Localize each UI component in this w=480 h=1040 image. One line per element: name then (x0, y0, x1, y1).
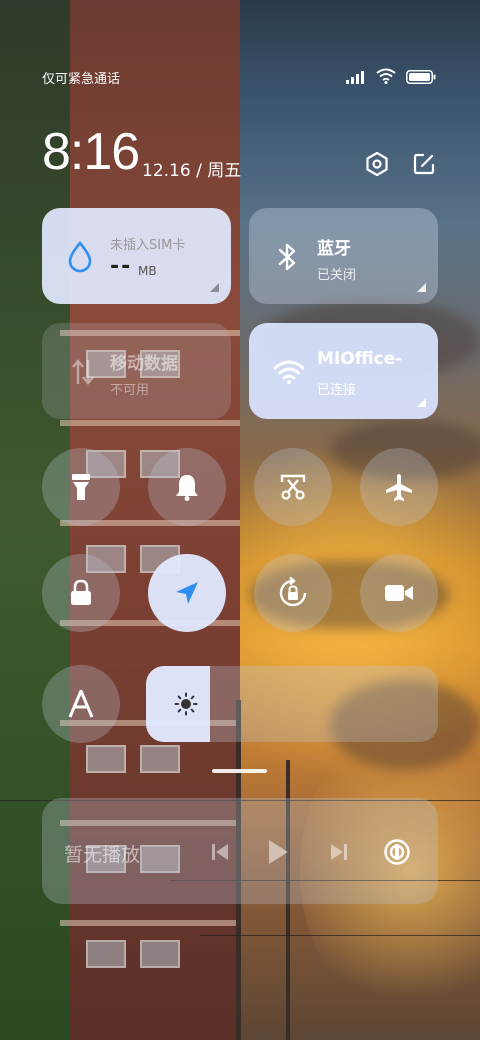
wifi-icon (273, 360, 305, 384)
data-usage-value: -- (110, 254, 133, 279)
screenshot-icon (280, 474, 306, 500)
next-icon (331, 844, 347, 860)
bell-icon (176, 475, 198, 501)
data-usage-title: 未插入SIM卡 (110, 238, 186, 253)
wifi-status: 已连接 (317, 383, 357, 398)
airplane-mode-toggle[interactable] (360, 448, 438, 526)
mobile-data-icon (72, 359, 94, 385)
flashlight-toggle[interactable] (42, 448, 120, 526)
rotation-lock-toggle[interactable] (254, 554, 332, 632)
data-usage-tile[interactable]: 未插入SIM卡 -- MB (42, 208, 231, 304)
lock-icon (71, 579, 91, 605)
audio-output-icon (384, 839, 410, 865)
audio-output-button[interactable] (383, 838, 411, 866)
sun-icon (174, 692, 198, 716)
water-drop-icon (68, 241, 92, 273)
data-usage-unit: MB (138, 264, 157, 278)
bluetooth-icon (278, 243, 296, 271)
flashlight-icon (72, 474, 90, 500)
bluetooth-label: 蓝牙 (317, 239, 351, 259)
mobile-data-tile[interactable]: 移动数据 不可用 (42, 323, 231, 419)
rotation-lock-icon (279, 576, 307, 607)
lock-screen-toggle[interactable] (42, 554, 120, 632)
font-size-toggle[interactable] (42, 665, 120, 743)
mobile-data-status: 不可用 (110, 383, 150, 398)
airplane-icon (386, 474, 412, 501)
brightness-slider[interactable] (146, 666, 438, 742)
play-icon (269, 840, 288, 864)
wifi-tile[interactable]: MIOffice- 已连接 (249, 323, 438, 419)
play-button[interactable] (264, 838, 292, 866)
mobile-data-label: 移动数据 (110, 354, 178, 374)
video-camera-icon (385, 585, 413, 601)
tile-corner-indicator (417, 398, 426, 407)
drag-handle[interactable] (212, 769, 267, 773)
screen-record-toggle[interactable] (360, 554, 438, 632)
now-playing-text: 暂无播放 (64, 844, 141, 866)
tile-corner-indicator (417, 283, 426, 292)
location-icon (176, 582, 198, 604)
bluetooth-tile[interactable]: 蓝牙 已关闭 (249, 208, 438, 304)
next-track-button[interactable] (325, 838, 353, 866)
previous-icon (212, 844, 228, 860)
screenshot-toggle[interactable] (254, 448, 332, 526)
font-size-icon (68, 690, 94, 718)
bluetooth-status: 已关闭 (317, 268, 357, 283)
tile-corner-indicator (210, 283, 219, 292)
silent-toggle[interactable] (148, 448, 226, 526)
media-player-card[interactable]: 暂无播放 (42, 798, 438, 904)
location-toggle[interactable] (148, 554, 226, 632)
wifi-network-name: MIOffice- (317, 349, 403, 369)
previous-track-button[interactable] (206, 838, 234, 866)
